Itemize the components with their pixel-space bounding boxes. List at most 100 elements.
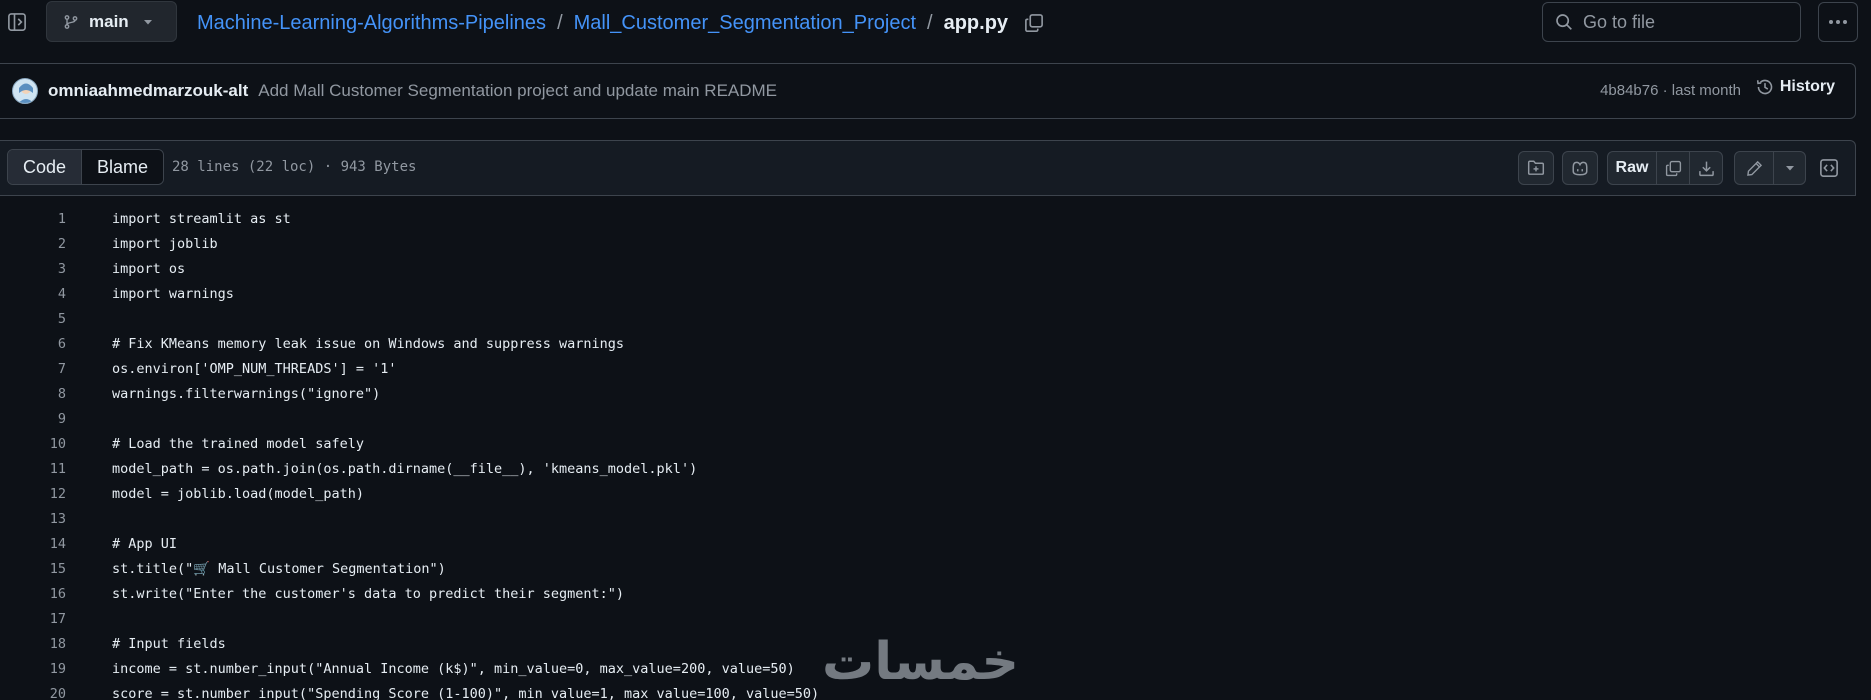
breadcrumb-file-name: app.py	[943, 11, 1009, 34]
line-number[interactable]: 15	[0, 561, 66, 577]
tab-blame[interactable]: Blame	[82, 150, 164, 184]
edit-actions-group	[1734, 151, 1806, 185]
code-text: import os	[112, 260, 186, 277]
code-text: score = st.number_input("Spending Score …	[112, 685, 820, 700]
line-number[interactable]: 9	[0, 411, 66, 427]
breadcrumb-repo-link[interactable]: Machine-Learning-Algorithms-Pipelines	[197, 12, 546, 35]
copy-icon	[1665, 160, 1682, 177]
code-text: # Load the trained model safely	[112, 435, 364, 452]
copilot-icon	[1571, 159, 1589, 177]
git-branch-icon	[63, 14, 79, 30]
avatar[interactable]	[12, 78, 38, 104]
code-text: model = joblib.load(model_path)	[112, 485, 364, 502]
kebab-horizontal-icon	[1828, 19, 1848, 25]
copy-raw-button[interactable]	[1656, 152, 1689, 184]
line-number[interactable]: 18	[0, 636, 66, 652]
go-to-file-search[interactable]	[1542, 2, 1801, 42]
line-number[interactable]: 8	[0, 386, 66, 402]
code-line: 5	[0, 306, 1856, 331]
code-text: model_path = os.path.join(os.path.dirnam…	[112, 460, 698, 477]
line-number[interactable]: 3	[0, 261, 66, 277]
code-line: 10 # Load the trained model safely	[0, 431, 1856, 456]
watermark-logo: خمسات	[822, 632, 1020, 692]
top-bar: main Machine-Learning-Algorithms-Pipelin…	[0, 0, 1871, 46]
branch-selector-button[interactable]: main	[46, 1, 177, 42]
code-text: st.write("Enter the customer's data to p…	[112, 585, 625, 602]
line-number[interactable]: 19	[0, 661, 66, 677]
line-number[interactable]: 12	[0, 486, 66, 502]
line-number[interactable]: 11	[0, 461, 66, 477]
add-file-button[interactable]	[1518, 151, 1554, 185]
latest-commit-bar: omniaahmedmarzouk-alt Add Mall Customer …	[0, 63, 1856, 119]
branch-name: main	[89, 11, 129, 31]
history-label: History	[1779, 78, 1835, 95]
code-text: # Input fields	[112, 635, 226, 652]
code-line: 6 # Fix KMeans memory leak issue on Windo…	[0, 331, 1856, 356]
history-icon	[1756, 78, 1774, 96]
raw-actions-group: Raw	[1607, 151, 1723, 185]
file-header: Code Blame 28 lines (22 loc) · 943 Bytes…	[0, 140, 1856, 196]
breadcrumb-folder-link[interactable]: Mall_Customer_Segmentation_Project	[574, 12, 916, 35]
line-number[interactable]: 4	[0, 286, 66, 302]
edit-menu-button[interactable]	[1773, 152, 1805, 184]
breadcrumb: Machine-Learning-Algorithms-Pipelines / …	[197, 9, 1044, 37]
code-text: # Fix KMeans memory leak issue on Window…	[112, 335, 625, 352]
copy-icon[interactable]	[1024, 13, 1044, 33]
code-square-icon	[1819, 158, 1839, 178]
raw-button[interactable]: Raw	[1608, 152, 1656, 184]
code-line: 3 import os	[0, 256, 1856, 281]
code-text: import joblib	[112, 235, 218, 252]
download-raw-button[interactable]	[1689, 152, 1722, 184]
view-mode-toggle: Code Blame	[7, 149, 165, 185]
code-text: # App UI	[112, 535, 178, 552]
code-line: 17	[0, 606, 1856, 631]
commit-message[interactable]: Add Mall Customer Segmentation project a…	[258, 81, 777, 101]
code-line: 7 os.environ['OMP_NUM_THREADS'] = '1'	[0, 356, 1856, 381]
code-line: 4 import warnings	[0, 281, 1856, 306]
line-number[interactable]: 14	[0, 536, 66, 552]
line-number[interactable]: 1	[0, 211, 66, 227]
code-line: 9	[0, 406, 1856, 431]
breadcrumb-separator: /	[557, 11, 563, 34]
line-number[interactable]: 5	[0, 311, 66, 327]
code-line: 11 model_path = os.path.join(os.path.dirn…	[0, 456, 1856, 481]
download-icon	[1698, 160, 1715, 177]
copilot-button[interactable]	[1562, 151, 1598, 185]
search-icon	[1555, 13, 1573, 31]
line-number[interactable]: 6	[0, 336, 66, 352]
sidebar-collapse-icon[interactable]	[6, 11, 28, 33]
line-number[interactable]: 2	[0, 236, 66, 252]
code-line: 15 st.title("🛒 Mall Customer Segmentation…	[0, 556, 1856, 581]
commit-author[interactable]: omniaahmedmarzouk-alt	[48, 81, 248, 101]
code-text: st.title("🛒 Mall Customer Segmentation")	[112, 560, 446, 577]
code-viewer[interactable]: 1 import streamlit as st 2 import joblib 3 im…	[0, 206, 1856, 700]
file-directory-add-icon	[1527, 159, 1545, 177]
code-line: 12 model = joblib.load(model_path)	[0, 481, 1856, 506]
go-to-file-input[interactable]	[1583, 11, 1783, 33]
code-line: 8 warnings.filterwarnings("ignore")	[0, 381, 1856, 406]
line-number[interactable]: 13	[0, 511, 66, 527]
breadcrumb-separator: /	[927, 11, 933, 34]
line-number[interactable]: 10	[0, 436, 66, 452]
tab-code[interactable]: Code	[8, 150, 83, 184]
pencil-icon	[1746, 160, 1763, 177]
code-text: import streamlit as st	[112, 210, 291, 227]
code-line: 13	[0, 506, 1856, 531]
code-text: warnings.filterwarnings("ignore")	[112, 385, 381, 402]
code-line: 1 import streamlit as st	[0, 206, 1856, 231]
symbols-panel-button[interactable]	[1812, 151, 1846, 185]
edit-file-button[interactable]	[1735, 152, 1773, 184]
line-number[interactable]: 7	[0, 361, 66, 377]
more-options-button[interactable]	[1818, 2, 1858, 42]
file-info: 28 lines (22 loc) · 943 Bytes	[172, 159, 417, 175]
code-line: 2 import joblib	[0, 231, 1856, 256]
history-button[interactable]: History	[1756, 78, 1835, 96]
line-number[interactable]: 16	[0, 586, 66, 602]
code-text: income = st.number_input("Annual Income …	[112, 660, 795, 677]
chevron-down-icon	[143, 17, 153, 27]
code-text: import warnings	[112, 285, 234, 302]
line-number[interactable]: 20	[0, 686, 66, 700]
code-line: 16 st.write("Enter the customer's data to…	[0, 581, 1856, 606]
commit-sha-time[interactable]: 4b84b76 · last month	[1600, 82, 1741, 99]
line-number[interactable]: 17	[0, 611, 66, 627]
